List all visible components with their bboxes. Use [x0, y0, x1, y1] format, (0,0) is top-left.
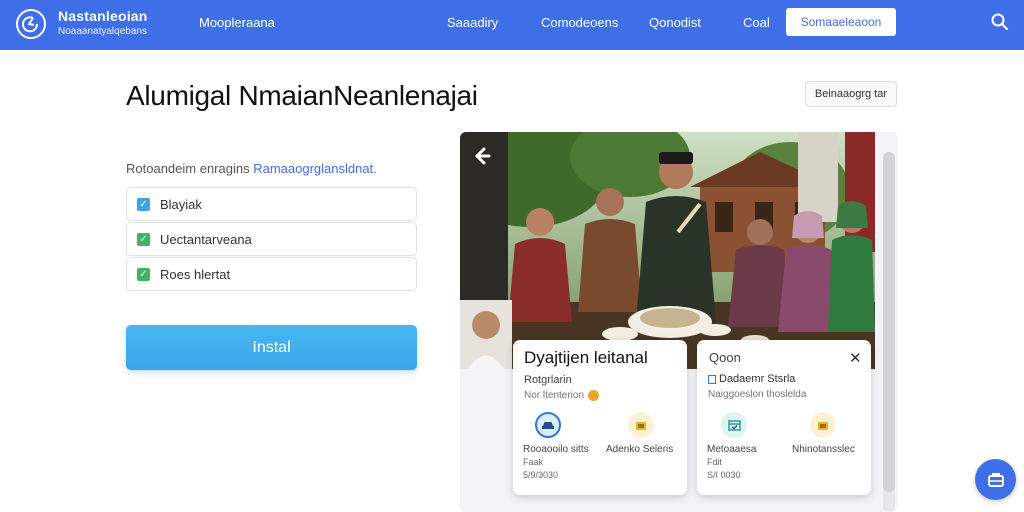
feature-label: Adenko Seleris [606, 444, 674, 455]
form-intro: Rotoandeim enragins Ramaaogrglansldnat. [126, 161, 377, 176]
option-label: Uectantarveana [160, 231, 252, 247]
card-a-feature-2[interactable]: Adenko Seleris [606, 412, 686, 455]
doc-icon [708, 374, 716, 384]
hero-photo [460, 132, 875, 369]
option-2[interactable]: ✓ Uectantarveana [126, 222, 417, 256]
logo-icon[interactable] [16, 9, 46, 39]
top-navbar: Nastanleoian Noaaanatyalqebans Moopleraa… [0, 0, 1024, 50]
check-icon[interactable]: ✓ [137, 267, 150, 281]
bag-icon [810, 412, 836, 438]
chat-fab-button[interactable] [975, 459, 1016, 500]
status-dot-icon [588, 390, 600, 401]
card-b-subtitle-text: Dadaemr Stsrla [719, 373, 796, 385]
feature-date: S/I 0030 [707, 470, 741, 480]
option-label: Roes hlertat [160, 266, 231, 282]
bag-icon [628, 412, 654, 438]
brand-subtitle: Noaaanatyalqebans [58, 26, 147, 37]
info-card-b[interactable]: Qoon ✕ Dadaemr Stsrla Naiggoeslon thosle… [697, 340, 871, 495]
form-intro-text: Rotoandeim enragins [126, 161, 250, 176]
card-a-subtitle: Rotgrlarin [524, 374, 572, 386]
nav-item-2[interactable]: Saaadiry [447, 15, 498, 30]
info-card-a[interactable]: Dyajtijen leitanal Rotgrlarin Nor ltente… [513, 340, 687, 495]
calendar-icon [721, 412, 747, 438]
card-b-feature-2[interactable]: Nhinotansslec [792, 412, 872, 455]
check-icon[interactable]: ✓ [137, 197, 150, 211]
feature-date: 5/9/3030 [523, 470, 559, 480]
page-title: Alumigal NmaianNeanlenajai [126, 80, 478, 111]
check-icon[interactable]: ✓ [137, 232, 150, 246]
briefcase-icon [987, 472, 1004, 487]
search-icon[interactable] [990, 12, 1010, 32]
feature-meta: Fdit [707, 457, 723, 467]
nav-item-3[interactable]: Comodeoens [541, 15, 618, 30]
card-a-meta: Nor ltenterion [524, 390, 600, 401]
feature-label: Metoaaesa [707, 444, 757, 455]
back-arrow-icon[interactable] [472, 146, 492, 166]
car-icon [535, 412, 561, 438]
nav-item-1[interactable]: Moopleraana [199, 15, 275, 30]
feature-meta: Faak [523, 457, 544, 467]
brand-title[interactable]: Nastanleoian [58, 8, 148, 24]
card-a-title: Dyajtijen leitanal [524, 348, 648, 367]
install-button[interactable]: Instal [126, 325, 417, 370]
form-intro-link[interactable]: Ramaaogrglansldnat. [253, 161, 377, 176]
close-icon[interactable]: ✕ [849, 349, 862, 367]
card-b-subtitle: Dadaemr Stsrla [708, 373, 795, 385]
card-a-feature-1[interactable]: Rooaooilo sitts Faak 5/9/3030 [523, 412, 603, 480]
card-b-title: Qoon [709, 350, 741, 365]
nav-item-5[interactable]: Coal [743, 15, 770, 30]
nav-cta-button[interactable]: Somaaeleaoon [786, 8, 896, 36]
card-b-feature-1[interactable]: Metoaaesa Fdit S/I 0030 [707, 412, 787, 480]
nav-item-4[interactable]: Qonodist [649, 15, 701, 30]
option-label: Blayiak [160, 196, 202, 212]
card-b-meta: Naiggoeslon thoslelda [708, 389, 807, 400]
feature-label: Nhinotansslec [792, 444, 855, 455]
top-right-button[interactable]: Beinaaogrg tar [805, 81, 897, 107]
scrollbar-thumb[interactable] [883, 152, 895, 492]
card-a-meta-text: Nor ltenterion [524, 390, 585, 401]
option-3[interactable]: ✓ Roes hlertat [126, 257, 417, 291]
feature-label: Rooaooilo sitts [523, 444, 589, 455]
option-1[interactable]: ✓ Blayiak [126, 187, 417, 221]
